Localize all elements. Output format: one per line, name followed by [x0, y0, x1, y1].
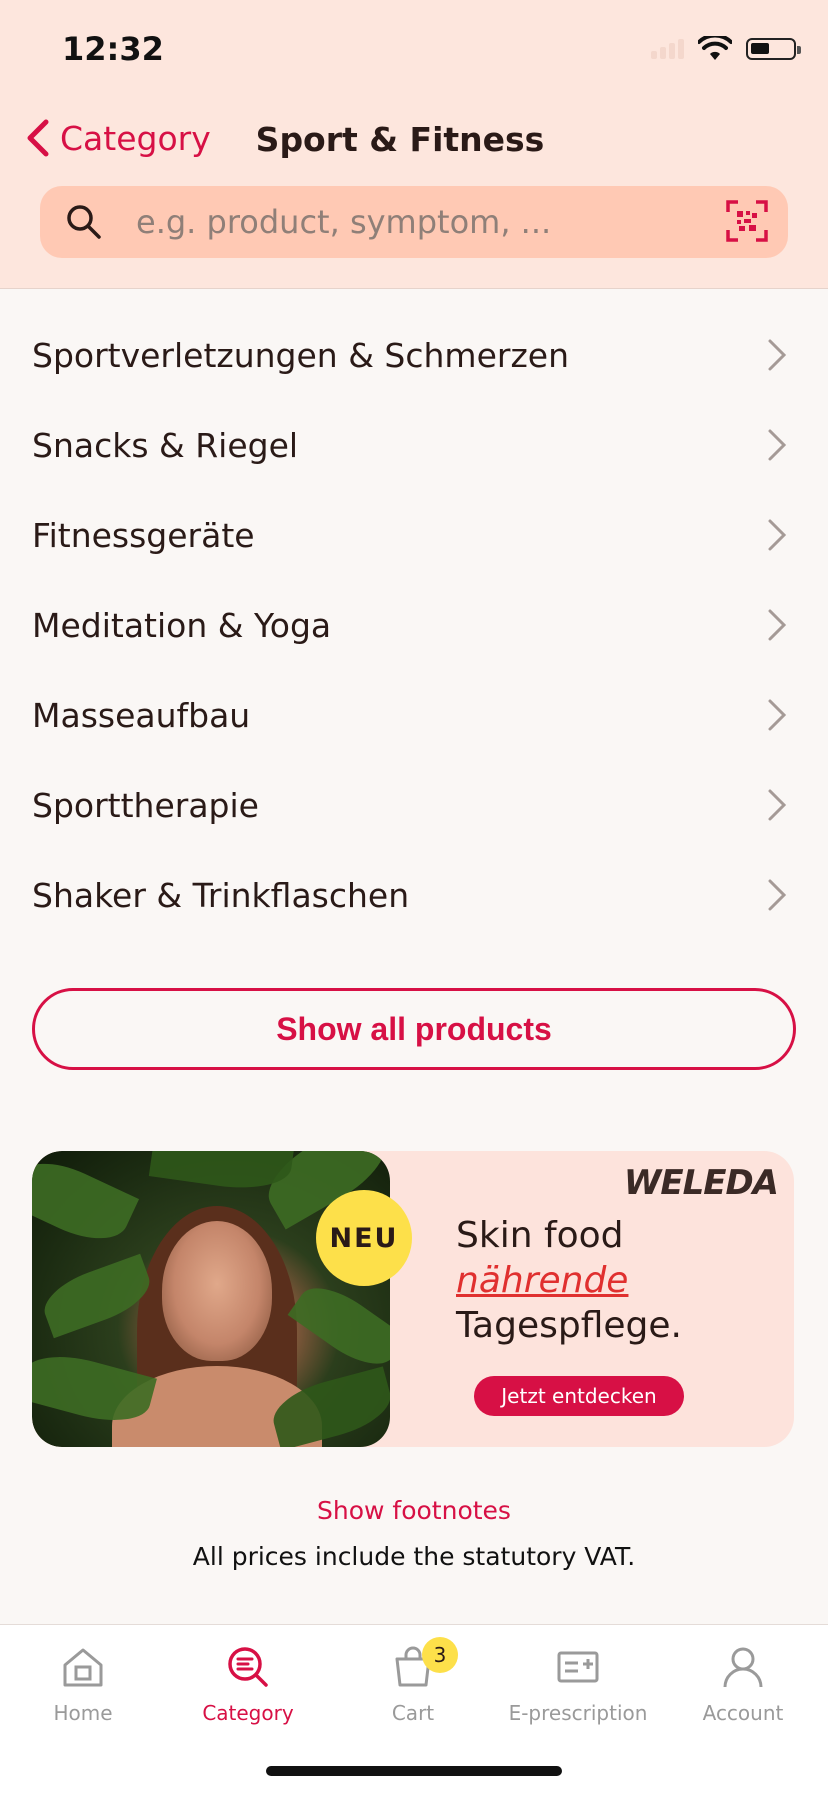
tab-account[interactable]: Account [660, 1639, 826, 1739]
category-item[interactable]: Meditation & Yoga [0, 580, 828, 670]
status-time: 12:32 [62, 30, 164, 68]
tab-category-label: Category [202, 1701, 294, 1725]
search-bar[interactable] [40, 186, 788, 258]
category-label: Snacks & Riegel [32, 425, 299, 465]
chevron-right-icon [768, 339, 787, 371]
show-footnotes-link[interactable]: Show footnotes [0, 1496, 828, 1525]
vat-note: All prices include the statutory VAT. [192, 1542, 636, 1571]
search-icon [67, 205, 101, 239]
tab-category[interactable]: Category [165, 1639, 331, 1739]
tab-cart-label: Cart [391, 1701, 435, 1725]
chevron-right-icon [768, 789, 787, 821]
home-indicator [266, 1766, 562, 1776]
category-item[interactable]: Snacks & Riegel [0, 400, 828, 490]
home-icon [63, 1648, 103, 1687]
cellular-signal-icon [651, 39, 684, 59]
battery-icon [746, 38, 801, 60]
chevron-right-icon [768, 429, 787, 461]
category-search-icon [228, 1647, 268, 1687]
account-icon [723, 1647, 763, 1688]
search-input[interactable] [134, 202, 698, 242]
category-item[interactable]: Fitnessgeräte [0, 490, 828, 580]
category-label: Shaker & Trinkflaschen [32, 875, 410, 915]
promo-image [32, 1151, 390, 1447]
chevron-right-icon [768, 699, 787, 731]
category-item[interactable]: Sporttherapie [0, 760, 828, 850]
cart-count-badge: 3 [422, 1637, 458, 1673]
category-item[interactable]: Sportverletzungen & Schmerzen [0, 310, 828, 400]
tab-home[interactable]: Home [0, 1639, 166, 1739]
chevron-right-icon [768, 609, 787, 641]
chevron-right-icon [768, 519, 787, 551]
discover-now-button[interactable]: Jetzt entdecken [474, 1376, 684, 1416]
tab-eprescription-label: E-prescription [508, 1701, 648, 1725]
category-list: Sportverletzungen & Schmerzen Snacks & R… [0, 310, 828, 940]
tab-eprescription[interactable]: E-prescription [495, 1639, 661, 1739]
show-all-products-button[interactable]: Show all products [32, 988, 796, 1070]
category-item[interactable]: Shaker & Trinkflaschen [0, 850, 828, 940]
promo-tagline: Skin food nährende Tagespflege. [456, 1215, 682, 1346]
tab-account-label: Account [702, 1701, 784, 1725]
tab-home-label: Home [53, 1701, 113, 1725]
page-title: Sport & Fitness [255, 120, 545, 159]
new-badge: NEU [316, 1190, 412, 1286]
category-label: Sportverletzungen & Schmerzen [32, 335, 569, 375]
category-label: Sporttherapie [32, 785, 259, 825]
category-item[interactable]: Masseaufbau [0, 670, 828, 760]
eprescription-icon [557, 1651, 599, 1683]
chevron-right-icon [768, 879, 787, 911]
header: 12:32 Category Sport & Fitness [0, 0, 828, 289]
category-label: Fitnessgeräte [32, 515, 255, 555]
category-label: Meditation & Yoga [32, 605, 332, 645]
brand-logo: WELEDA [623, 1163, 779, 1203]
status-icons [651, 34, 801, 64]
tab-cart[interactable]: 3 Cart [330, 1637, 496, 1739]
promo-banner[interactable]: NEU WELEDA Skin food nährende Tagespfleg… [32, 1151, 794, 1447]
wifi-icon [698, 36, 732, 60]
category-label: Masseaufbau [32, 695, 251, 735]
barcode-scan-icon[interactable] [726, 200, 768, 242]
